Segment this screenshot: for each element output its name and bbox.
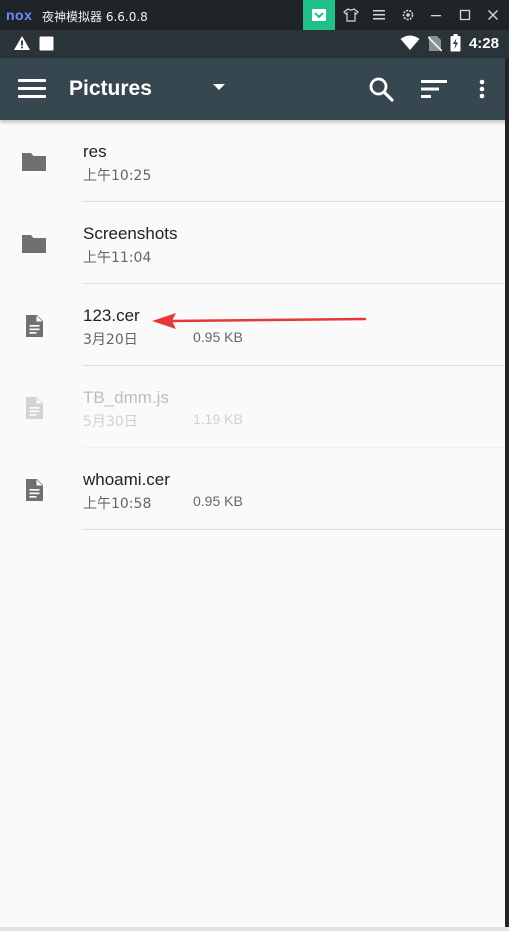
document-icon: [26, 397, 43, 419]
hamburger-menu-icon[interactable]: [18, 77, 48, 101]
warning-icon: [14, 36, 30, 50]
menu-icon[interactable]: [363, 0, 395, 30]
android-status-bar: 4:28: [0, 30, 509, 58]
minimize-icon[interactable]: [420, 0, 452, 30]
file-size: 0.95 KB: [193, 493, 243, 509]
file-row-whoami-cer[interactable]: whoami.cer 上午10:58 0.95 KB: [0, 448, 505, 530]
document-icon: [26, 479, 43, 501]
folder-icon: [22, 153, 46, 171]
window-bottom-border: [0, 927, 509, 931]
file-date: 上午11:04: [83, 250, 152, 266]
sort-icon[interactable]: [417, 72, 451, 106]
emulator-title: 夜神模拟器 6.6.0.8: [42, 10, 148, 24]
file-date: 上午10:58: [83, 496, 152, 512]
battery-charging-icon: [450, 34, 461, 52]
status-time: 4:28: [468, 34, 499, 52]
emulator-title-bar: nox 夜神模拟器 6.6.0.8: [0, 0, 509, 30]
window-right-border: [505, 58, 509, 931]
file-row-screenshots[interactable]: Screenshots 上午11:04: [0, 202, 505, 284]
file-name: whoami.cer: [83, 470, 170, 489]
file-size: 0.95 KB: [193, 329, 243, 345]
file-date: 3月20日: [83, 332, 138, 348]
file-row-tb-dmm-js: TB_dmm.js 5月30日 1.19 KB: [0, 366, 505, 448]
file-size: 1.19 KB: [193, 411, 243, 427]
file-date: 5月30日: [83, 414, 138, 430]
file-name: 123.cer: [83, 306, 140, 325]
file-row-res[interactable]: res 上午10:25: [0, 120, 505, 202]
no-sim-icon: [427, 35, 442, 52]
notification-square-icon: [39, 36, 54, 50]
document-icon: [26, 315, 43, 337]
search-icon[interactable]: [364, 72, 398, 106]
keyboard-badge-icon[interactable]: [303, 0, 335, 30]
file-date: 上午10:25: [83, 168, 152, 184]
file-row-123-cer[interactable]: 123.cer 3月20日 0.95 KB: [0, 284, 505, 366]
close-icon[interactable]: [477, 0, 509, 30]
app-toolbar: Pictures: [0, 58, 509, 120]
nox-logo: nox: [6, 7, 33, 23]
dropdown-arrow-icon[interactable]: [213, 84, 225, 90]
file-list: res 上午10:25 Screenshots 上午11:04 123.cer …: [0, 120, 505, 530]
file-name: Screenshots: [83, 224, 178, 243]
file-name: res: [83, 142, 107, 161]
folder-title[interactable]: Pictures: [69, 77, 152, 101]
file-name: TB_dmm.js: [83, 388, 169, 407]
folder-icon: [22, 235, 46, 253]
wifi-icon: [400, 35, 420, 50]
more-options-icon[interactable]: [465, 72, 499, 106]
